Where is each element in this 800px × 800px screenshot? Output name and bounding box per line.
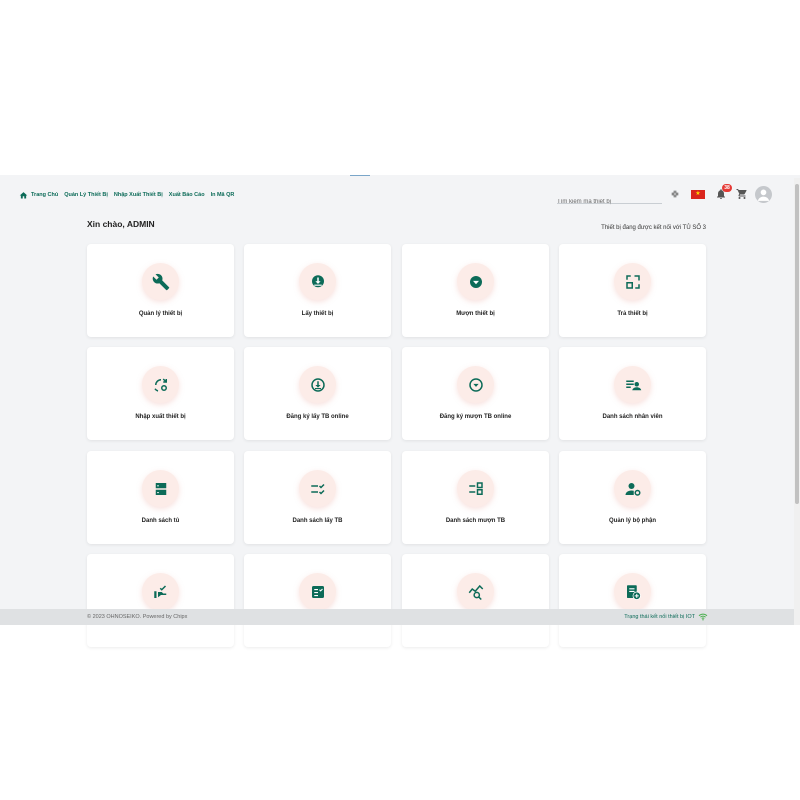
card-icon-circle (142, 573, 179, 610)
card-import-export[interactable]: Nhập xuất thiết bị (87, 347, 234, 440)
list-grid-icon (468, 481, 483, 495)
nav-device-management[interactable]: Quản Lý Thiết Bị (64, 192, 108, 198)
card-icon-circle (299, 366, 336, 403)
download-icon (311, 274, 324, 287)
card-label: Danh sách nhân viên (602, 414, 663, 420)
card-icon-circle (142, 263, 179, 300)
top-nav: Trang Chủ Quản Lý Thiết Bị Nhập Xuất Thi… (19, 189, 240, 201)
card-register-borrow-online[interactable]: Đăng ký mượn TB online (402, 347, 549, 440)
card-label: Danh sách lấy TB (292, 518, 343, 524)
wifi-icon (698, 613, 708, 621)
card-row4-1[interactable] (87, 554, 234, 647)
card-icon-circle (299, 470, 336, 507)
hand-check-icon (153, 584, 166, 598)
card-icon-circle (457, 573, 494, 610)
card-take-list[interactable]: Danh sách lấy TB (244, 451, 391, 544)
cabinet-icon (155, 482, 166, 495)
card-label: Danh sách tủ (141, 518, 180, 524)
card-device-management[interactable]: Quản lý thiết bị (87, 244, 234, 337)
person-list-icon (625, 380, 641, 390)
card-borrow-list[interactable]: Danh sách mượn TB (402, 451, 549, 544)
notification-badge: 38 (722, 184, 732, 192)
download-circle-icon (310, 377, 325, 392)
card-label: Nhập xuất thiết bị (135, 414, 186, 420)
card-row4-4[interactable] (559, 554, 706, 647)
card-register-take-online[interactable]: Đăng ký lấy TB online (244, 347, 391, 440)
card-take-device[interactable]: Lấy thiết bị (244, 244, 391, 337)
card-icon-circle (614, 573, 651, 610)
card-employee-list[interactable]: Danh sách nhân viên (559, 347, 706, 440)
arrow-down-circle-icon (469, 275, 482, 288)
user-icon (757, 189, 770, 201)
card-icon-circle (614, 263, 651, 300)
fact-check-icon (311, 585, 324, 598)
card-icon-circle (457, 263, 494, 300)
card-cabinet-list[interactable]: Danh sách tủ (87, 451, 234, 544)
chevron-circle-icon (468, 377, 483, 392)
nav-print-qr[interactable]: In Mã QR (211, 192, 235, 198)
manage-accounts-icon (625, 482, 640, 496)
vietnam-flag-icon[interactable]: ★ (691, 190, 705, 199)
card-icon-circle (299, 263, 336, 300)
nav-home[interactable]: Trang Chủ (31, 192, 58, 198)
card-return-device[interactable]: Trả thiết bị (559, 244, 706, 337)
sync-settings-icon (153, 377, 167, 392)
card-label: Trả thiết bị (617, 311, 648, 317)
return-icon (625, 274, 640, 289)
copyright: © 2023 OHNOSEIKO. Powered by Chipx (87, 614, 188, 620)
top-indicator (350, 175, 370, 176)
card-department-management[interactable]: Quản lý bộ phận (559, 451, 706, 544)
fullscreen-icon[interactable] (670, 189, 680, 199)
scrollbar[interactable] (794, 178, 800, 625)
card-borrow-device[interactable]: Mượn thiết bị (402, 244, 549, 337)
cart-icon[interactable] (736, 188, 748, 200)
tools-icon (152, 273, 169, 290)
card-label: Danh sách mượn TB (445, 518, 506, 524)
card-label: Quản lý bộ phận (608, 518, 656, 524)
footer: © 2023 OHNOSEIKO. Powered by Chipx Trạng… (0, 609, 795, 625)
card-icon-circle (457, 366, 494, 403)
nav-import-export[interactable]: Nhập Xuất Thiết Bị (114, 192, 163, 198)
search-field[interactable] (557, 190, 662, 205)
card-icon-circle (614, 366, 651, 403)
avatar[interactable] (755, 186, 772, 203)
card-icon-circle (142, 470, 179, 507)
card-label: Mượn thiết bị (456, 311, 495, 317)
checklist-icon (310, 483, 325, 495)
card-row4-2[interactable] (244, 554, 391, 647)
scrollbar-thumb[interactable] (795, 184, 799, 504)
search-input[interactable] (557, 199, 662, 205)
card-label: Lấy thiết bị (301, 311, 334, 317)
greeting: Xin chào, ADMIN (87, 219, 155, 229)
card-label: Đăng ký mượn TB online (439, 414, 512, 420)
card-label: Đăng ký lấy TB online (286, 414, 349, 420)
nav-reports[interactable]: Xuất Báo Cáo (169, 192, 205, 198)
card-icon-circle (614, 470, 651, 507)
connection-status: Thiết bị đang được kết nối với TỦ SỐ 3 (601, 225, 706, 231)
home-icon[interactable] (19, 191, 28, 200)
card-row4-3[interactable] (402, 554, 549, 647)
receipt-add-icon (626, 584, 641, 600)
card-icon-circle (457, 470, 494, 507)
card-icon-circle (299, 573, 336, 610)
card-label: Quản lý thiết bị (138, 311, 183, 317)
card-icon-circle (142, 366, 179, 403)
iot-status: Trạng thái kết nối thiết bị IOT (624, 614, 695, 620)
query-stats-icon (468, 584, 483, 600)
